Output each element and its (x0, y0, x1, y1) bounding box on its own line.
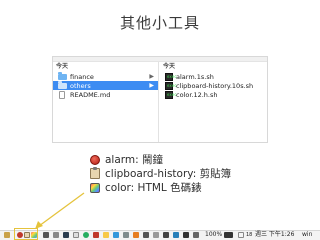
slide-title: 其他小工具 (119, 14, 200, 32)
app-icon[interactable] (153, 232, 159, 238)
clock[interactable]: 週三 下午1:26 (255, 230, 294, 240)
document-icon (59, 90, 65, 99)
legend-text: clipboard-history: 剪貼簿 (105, 168, 232, 180)
legend-text: alarm: 鬧鐘 (105, 154, 164, 166)
chevron-right-icon: ▶ (149, 82, 154, 89)
app-icon[interactable] (143, 232, 149, 238)
app-icon[interactable] (63, 232, 69, 238)
app-icon[interactable] (43, 232, 49, 238)
app-icon[interactable] (53, 232, 59, 238)
app-icon[interactable] (113, 232, 119, 238)
finder-column-right: 今天 exec alarm.1s.sh exec clipboard-histo… (160, 62, 267, 142)
battery-percent[interactable]: 100% (205, 230, 222, 240)
app-icon[interactable] (123, 232, 129, 238)
executable-icon: exec (165, 81, 177, 90)
item-label: finance (70, 72, 94, 81)
app-icon[interactable] (73, 232, 79, 238)
folder-icon (58, 72, 67, 80)
menubar-highlight (14, 228, 38, 240)
folder-icon (58, 81, 67, 89)
plugin-legend: alarm: 鬧鐘 clipboard-history: 剪貼簿 color: … (90, 153, 231, 195)
app-icon[interactable] (163, 232, 169, 238)
calendar-icon[interactable] (238, 232, 244, 238)
item-label: others (70, 81, 91, 90)
legend-item-alarm: alarm: 鬧鐘 (90, 153, 231, 166)
finder-column-left: 今天 finance ▶ others ▶ README.md (53, 62, 159, 142)
plugin-icon[interactable] (4, 232, 10, 238)
file-item-alarm[interactable]: exec alarm.1s.sh (160, 72, 267, 81)
column-header: 今天 (56, 63, 69, 70)
username[interactable]: win (302, 230, 312, 240)
color-picker-icon (90, 182, 100, 193)
alarm-icon (90, 154, 100, 165)
legend-text: color: HTML 色碼錶 (105, 182, 202, 194)
legend-item-clipboard: clipboard-history: 剪貼簿 (90, 167, 231, 180)
app-icon[interactable] (133, 232, 139, 238)
item-label: color.12.h.sh (176, 90, 218, 99)
executable-icon: exec (165, 72, 177, 81)
chevron-right-icon: ▶ (149, 73, 154, 80)
item-label: README.md (70, 90, 111, 99)
executable-icon: exec (165, 90, 177, 99)
clipboard-icon (90, 167, 100, 179)
file-item-clipboard-history[interactable]: exec clipboard-history.10s.sh (160, 81, 267, 90)
folder-item-finance[interactable]: finance ▶ (53, 72, 158, 81)
bluetooth-icon[interactable] (173, 232, 179, 238)
legend-item-color: color: HTML 色碼錶 (90, 181, 231, 194)
column-header: 今天 (163, 63, 176, 70)
file-item-color[interactable]: exec color.12.h.sh (160, 90, 267, 99)
battery-icon[interactable] (224, 232, 233, 238)
item-label: clipboard-history.10s.sh (176, 81, 254, 90)
finder-window: 今天 finance ▶ others ▶ README.md 今天 exec … (52, 56, 268, 143)
app-icon[interactable] (83, 232, 89, 238)
app-icon[interactable] (103, 232, 109, 238)
calendar-day: 18 (246, 232, 253, 238)
folder-item-others[interactable]: others ▶ (53, 81, 158, 90)
wifi-icon[interactable] (183, 232, 189, 238)
app-icon[interactable] (93, 232, 99, 238)
volume-icon[interactable] (193, 232, 199, 238)
file-item-readme[interactable]: README.md (53, 90, 158, 99)
item-label: alarm.1s.sh (176, 72, 214, 81)
